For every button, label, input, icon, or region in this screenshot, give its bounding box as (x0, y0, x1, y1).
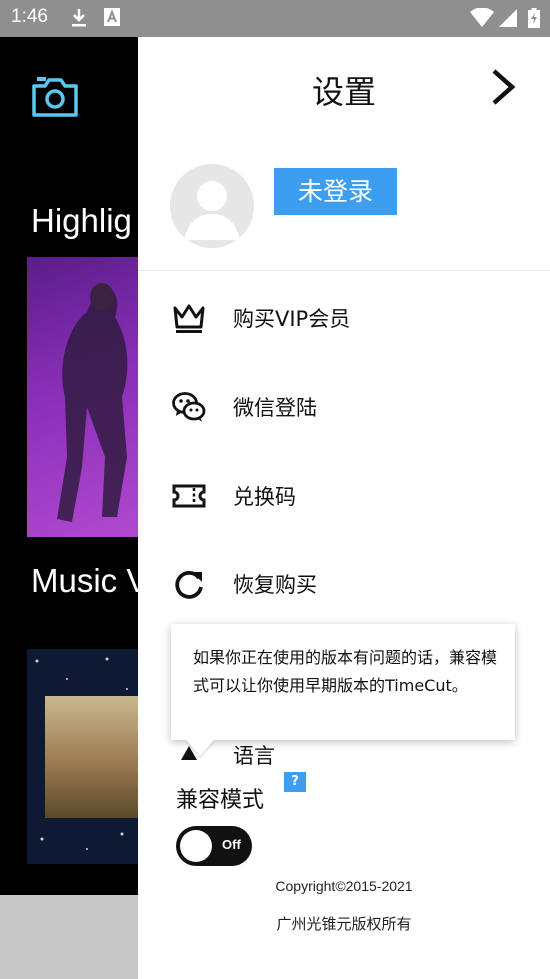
signal-icon (499, 8, 517, 32)
settings-drawer: 设置 未登录 购买VIP会员 微信登陆 兑换码 恢复购买 语言 如果你正在使用的… (138, 37, 550, 979)
background-app: Highlig Music V (0, 37, 138, 979)
chevron-right-icon[interactable] (488, 67, 518, 107)
compat-mode-tooltip: 如果你正在使用的版本有问题的话，兼容模式可以让你使用早期版本的TimeCut。 (171, 624, 515, 740)
wifi-icon (470, 7, 494, 32)
menu-item-restore[interactable]: 恢复购买 (138, 553, 550, 613)
menu-label: 兑换码 (233, 485, 296, 509)
video-thumbnail[interactable] (27, 649, 138, 864)
tooltip-text: 如果你正在使用的版本有问题的话，兼容模式可以让你使用早期版本的TimeCut。 (193, 648, 498, 695)
menu-item-redeem[interactable]: 兑换码 (138, 465, 550, 525)
battery-icon (528, 8, 540, 32)
menu-label: 恢复购买 (233, 573, 317, 597)
copyright-text: Copyright©2015-2021 (275, 878, 413, 894)
help-icon[interactable]: ? (284, 772, 306, 792)
compat-mode-label: 兼容模式 (176, 788, 265, 813)
text-a-icon (104, 8, 120, 30)
menu-label: 微信登陆 (233, 396, 317, 420)
login-button[interactable]: 未登录 (274, 168, 397, 215)
restore-icon (172, 567, 206, 601)
avatar[interactable] (170, 164, 254, 248)
download-icon (70, 8, 88, 32)
crown-icon (172, 301, 206, 335)
section-title-music: Music V (31, 562, 138, 599)
status-bar: 1:46 (0, 0, 550, 37)
toggle-knob (180, 830, 212, 862)
menu-label: 购买VIP会员 (233, 307, 351, 331)
camera-icon[interactable] (31, 76, 79, 122)
video-thumbnail[interactable] (27, 257, 138, 537)
section-title-highlights: Highlig (31, 202, 132, 239)
company-text: 广州光锥元版权所有 (276, 915, 412, 933)
menu-item-vip[interactable]: 购买VIP会员 (138, 287, 550, 347)
ticket-icon (172, 479, 206, 513)
compat-mode-toggle[interactable]: Off (176, 826, 252, 866)
wechat-icon (172, 390, 206, 424)
divider (138, 270, 550, 271)
tooltip-arrow (186, 740, 214, 756)
toggle-state: Off (222, 837, 241, 852)
status-time: 1:46 (11, 6, 48, 27)
menu-item-wechat-login[interactable]: 微信登陆 (138, 376, 550, 436)
menu-label: 语言 (233, 744, 275, 768)
